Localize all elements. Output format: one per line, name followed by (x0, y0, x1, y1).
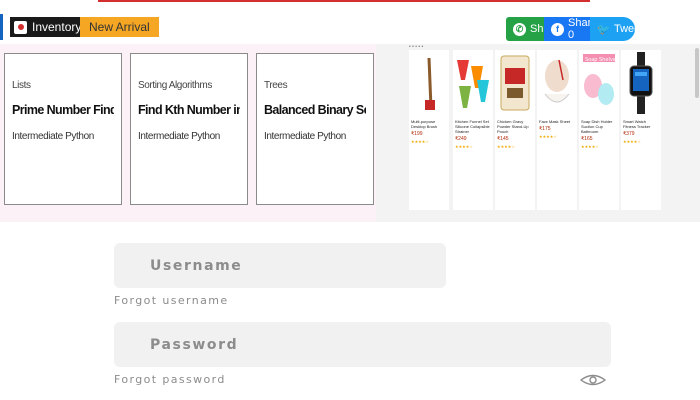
top-red-strip (98, 0, 590, 2)
product-card[interactable]: Soap Shelve Soap Dish Holder Suction Cup… (579, 50, 619, 210)
new-arrival-badge[interactable]: New Arrival (80, 17, 159, 37)
product-image (537, 50, 577, 116)
username-input[interactable]: Username (114, 243, 446, 288)
forgot-password-link[interactable]: Forgot password (114, 373, 226, 386)
product-name: Smart Watch Fitness Tracker (623, 119, 651, 129)
course-category: Lists (12, 80, 31, 91)
password-input[interactable]: Password (114, 322, 611, 367)
product-name: Soap Dish Holder Suction Cup Bathroom (581, 119, 613, 134)
product-price: ₹379 (623, 131, 635, 137)
product-rating: ★★★★☆ (581, 144, 599, 149)
product-rating: ★★★★☆ (497, 144, 515, 149)
product-card[interactable]: Smart Watch Fitness Tracker ₹379 ★★★★☆ (621, 50, 661, 210)
product-price: ₹199 (411, 131, 423, 137)
course-title: Find Kth Number in Order (138, 103, 240, 117)
product-price: ₹175 (539, 126, 551, 132)
facebook-share-button[interactable]: f Share 0 (544, 17, 597, 41)
product-card[interactable]: Kitchen Funnel Set Silicone Collapsible … (453, 50, 493, 210)
product-image (453, 50, 493, 116)
product-name: Multi-purpose Desktop Brush (411, 119, 438, 129)
product-image (409, 50, 449, 116)
product-name: Face Mask Sheet (539, 119, 571, 124)
product-badge-text: Soap Shelve (585, 57, 616, 63)
whatsapp-share-button[interactable]: ✆ Share (506, 17, 559, 41)
product-image (621, 50, 661, 116)
product-price: ₹145 (497, 136, 509, 142)
forgot-username-link[interactable]: Forgot username (114, 294, 229, 307)
course-card[interactable]: Sorting Algorithms Find Kth Number in Or… (130, 53, 248, 205)
product-rating: ★★★★☆ (455, 144, 473, 149)
course-card[interactable]: Trees Balanced Binary Search Tree Interm… (256, 53, 374, 205)
product-name: Kitchen Funnel Set Silicone Collapsible … (455, 119, 490, 134)
twitter-tweet-button[interactable]: 🐦 Tweet (590, 17, 643, 41)
product-carousel: • • • • • Multi-purpose Desktop Brush ₹1… (376, 44, 700, 222)
course-card[interactable]: Lists Prime Number Finder Intermediate P… (4, 53, 122, 205)
product-name: Chicken Gravy Powder Stand-Up Pouch (497, 119, 529, 134)
left-accent-edge (0, 14, 3, 40)
twitter-tweet-label: Tweet (614, 23, 644, 35)
product-card[interactable]: Face Mask Sheet ₹175 ★★★★☆ (537, 50, 577, 210)
course-category: Trees (264, 80, 288, 91)
course-title: Balanced Binary Search Tree (264, 103, 366, 117)
inventory-badge[interactable]: Inventory (10, 17, 90, 37)
twitter-bird-icon: 🐦 (596, 23, 611, 36)
whatsapp-icon: ✆ (513, 22, 526, 36)
show-password-eye-icon[interactable] (580, 374, 606, 386)
product-rating: ★★★★☆ (539, 134, 557, 139)
product-scrollbar[interactable] (695, 48, 699, 98)
username-placeholder: Username (150, 257, 243, 274)
password-placeholder: Password (150, 336, 239, 353)
product-card[interactable]: Chicken Gravy Powder Stand-Up Pouch ₹145… (495, 50, 535, 210)
course-meta: Intermediate Python (264, 131, 346, 142)
facebook-icon: f (551, 22, 564, 36)
course-cards-panel: Lists Prime Number Finder Intermediate P… (0, 44, 376, 222)
inventory-label: Inventory (32, 20, 82, 34)
course-category: Sorting Algorithms (138, 80, 212, 91)
product-rating: ★★★★☆ (411, 139, 429, 144)
japan-flag-icon (14, 20, 27, 34)
product-card[interactable]: Multi-purpose Desktop Brush ₹199 ★★★★☆ (409, 50, 449, 210)
course-meta: Intermediate Python (12, 131, 94, 142)
course-title: Prime Number Finder (12, 103, 114, 117)
product-price: ₹249 (455, 136, 467, 142)
new-arrival-label: New Arrival (89, 20, 150, 34)
page: Inventory New Arrival ✆ Share f Share 0 … (0, 0, 700, 400)
product-image: Soap Shelve (579, 50, 619, 116)
product-rating: ★★★★☆ (623, 139, 641, 144)
course-meta: Intermediate Python (138, 131, 220, 142)
product-price: ₹165 (581, 136, 593, 142)
product-image (495, 50, 535, 116)
